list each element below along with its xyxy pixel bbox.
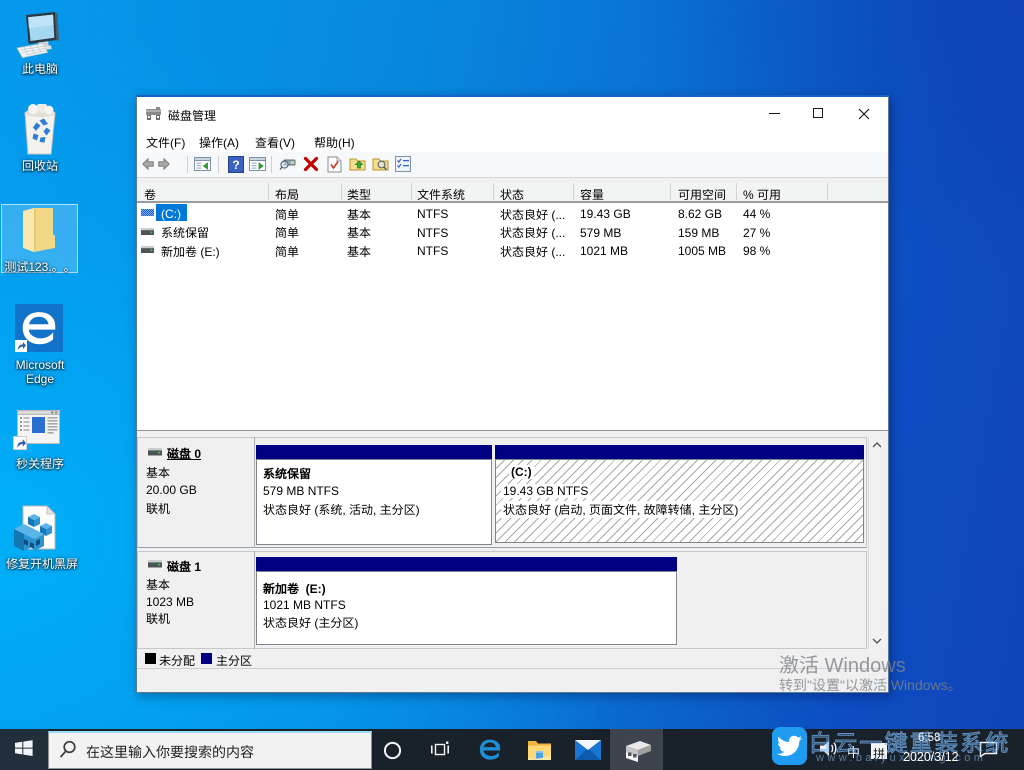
svg-text:?: ? — [232, 158, 239, 172]
